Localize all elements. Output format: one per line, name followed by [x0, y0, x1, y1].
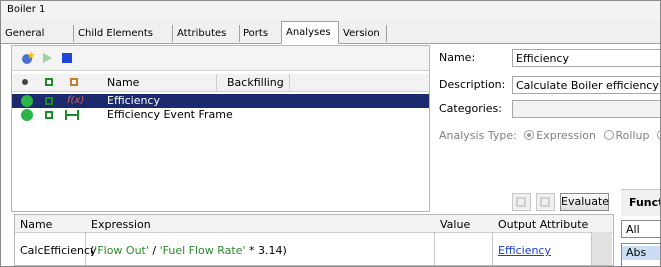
start-icon[interactable] — [39, 50, 55, 66]
next-button[interactable] — [536, 193, 555, 211]
tab-child-elements[interactable]: Child Elements — [74, 25, 173, 42]
analysis-type-group: Analysis Type: Expression Rollup — [439, 129, 660, 142]
expression-operator-multiply: * 3.14) — [245, 244, 287, 257]
categories-label: Categories: — [439, 102, 502, 115]
tab-attributes[interactable]: Attributes — [173, 25, 240, 42]
tab-version[interactable]: Version — [339, 25, 387, 42]
column-output-attribute[interactable]: Output Attribute — [498, 218, 588, 231]
previous-icon — [516, 197, 526, 207]
expression-radio-label: Expression — [536, 129, 597, 142]
previous-button[interactable] — [512, 193, 531, 211]
tab-ports[interactable]: Ports — [239, 25, 284, 42]
functions-panel: Functi All Abs — [618, 189, 660, 266]
expression-grid-header: Name Expression Value Output Attribute — [15, 215, 613, 233]
column-expression[interactable]: Expression — [91, 218, 151, 231]
column-value[interactable]: Value — [440, 218, 470, 231]
column-name[interactable]: Name — [20, 218, 52, 231]
rollup-radio[interactable] — [603, 130, 614, 140]
function-item[interactable]: Abs — [622, 246, 660, 260]
tab-analyses[interactable]: Analyses — [281, 21, 339, 44]
fuel-flow-attribute: 'Fuel Flow Rate' — [159, 244, 246, 257]
analyses-list-pane: Name Backfilling f(x) Efficiency Efficie… — [11, 45, 430, 212]
column-name[interactable]: Name — [107, 76, 139, 89]
window-title: Boiler 1 — [7, 4, 46, 15]
function-filter-select[interactable]: All — [621, 220, 660, 238]
status-running-icon — [21, 109, 33, 121]
new-analysis-icon[interactable] — [19, 50, 35, 66]
event-frame-icon — [65, 110, 79, 120]
analysis-row-event-frame[interactable]: Efficiency Event Frame — [12, 108, 429, 122]
flow-out-attribute: 'Flow Out' — [94, 244, 149, 257]
categories-input[interactable] — [512, 100, 660, 118]
evaluate-button[interactable]: Evaluate — [560, 193, 609, 211]
expression-cell[interactable]: ('Flow Out' / 'Fuel Flow Rate' * 3.14) — [90, 244, 287, 257]
title-bar: Boiler 1 — [1, 1, 660, 20]
expression-icon: f(x) — [67, 95, 85, 106]
expression-grid: Name Expression Value Output Attribute C… — [14, 214, 614, 266]
functions-panel-title: Functi — [621, 189, 660, 216]
analysis-window: Boiler 1 General Child Elements Attribut… — [0, 0, 661, 267]
analysis-name: Efficiency — [107, 94, 160, 107]
expression-radio[interactable] — [524, 130, 535, 140]
tab-general[interactable]: General — [1, 25, 74, 42]
name-input[interactable]: Efficiency — [512, 49, 660, 67]
description-label: Description: — [439, 78, 506, 91]
next-icon — [540, 197, 550, 207]
status-column-icon — [22, 79, 28, 85]
function-list[interactable]: Abs — [621, 243, 660, 266]
expression-operator-divide: / — [148, 244, 160, 257]
analysis-row-efficiency[interactable]: f(x) Efficiency — [12, 94, 429, 108]
expression-row[interactable]: CalcEfficiency ('Flow Out' / 'Fuel Flow … — [15, 239, 613, 263]
enabled-icon[interactable] — [45, 111, 53, 119]
status-running-icon — [21, 95, 33, 107]
column-backfilling[interactable]: Backfilling — [227, 76, 284, 89]
analysis-type-label: Analysis Type: — [439, 129, 517, 142]
tab-strip: General Child Elements Attributes Ports … — [1, 19, 660, 44]
enabled-column-icon — [45, 78, 53, 86]
enabled-icon[interactable] — [45, 97, 53, 105]
analysis-name: Efficiency Event Frame — [107, 108, 233, 121]
event-frame-radio[interactable] — [656, 130, 660, 140]
stop-icon[interactable] — [59, 50, 75, 66]
description-input[interactable]: Calculate Boiler efficiency — [512, 76, 660, 94]
name-label: Name: — [439, 51, 476, 64]
analyses-list-header: Name Backfilling — [12, 74, 429, 92]
type-column-icon — [70, 78, 78, 86]
output-attribute-link[interactable]: Efficiency — [498, 244, 551, 257]
variable-name-cell[interactable]: CalcEfficiency — [20, 244, 97, 257]
rollup-radio-label: Rollup — [615, 129, 650, 142]
analysis-details: Name: Efficiency Description: Calculate … — [439, 45, 660, 190]
analyses-toolbar — [12, 46, 429, 71]
